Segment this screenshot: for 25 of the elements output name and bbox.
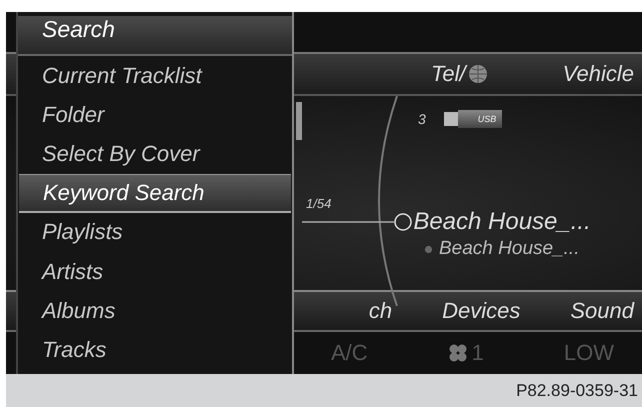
menu-item[interactable]: Artists (18, 252, 292, 292)
climate-mode: LOW (564, 340, 614, 366)
top-menu-tab[interactable]: Tel/ (431, 54, 488, 94)
figure-code: P82.89-0359-31 (6, 374, 642, 407)
menu-item[interactable]: Playlists (18, 212, 292, 252)
track-subtitle: Beach House_... (439, 238, 580, 260)
menu-item[interactable]: Albums (18, 291, 292, 330)
menu-item[interactable]: Select By Cover (18, 134, 292, 174)
fan-icon (448, 343, 468, 363)
menu-item[interactable]: Keyword Search (19, 174, 291, 213)
menu-item[interactable]: Folder (18, 95, 292, 134)
dot-icon (424, 244, 433, 254)
fan-level: 1 (472, 340, 484, 366)
bottom-menu-tab[interactable]: ch (368, 298, 392, 324)
track-title: Beach House_... (413, 208, 591, 236)
menu-item[interactable]: Current Tracklist (18, 56, 292, 96)
top-menu-tab[interactable]: Vehicle (562, 54, 634, 94)
bottom-menu-tab[interactable]: Devices (442, 298, 520, 324)
ac-label: A/C (330, 340, 368, 366)
bottom-menu-tab[interactable]: Sound (570, 298, 634, 324)
device-number: 3 (418, 111, 426, 127)
scrollbar[interactable] (296, 102, 302, 140)
menu-title: Search (18, 16, 292, 56)
menu-item[interactable]: Tracks (18, 330, 292, 370)
track-index: 1/54 (306, 196, 332, 211)
